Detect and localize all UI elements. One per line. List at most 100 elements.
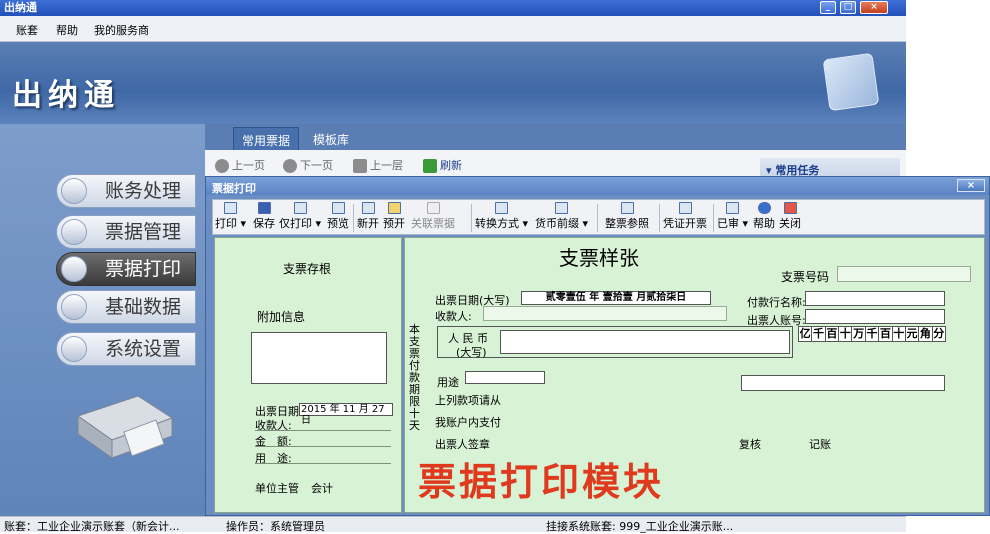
- brand-title: 出纳通: [12, 78, 120, 113]
- sidebar: 账务处理 票据管理 票据打印 基础数据 系统设置: [0, 124, 205, 516]
- magnifier-icon: [331, 202, 345, 214]
- help-button[interactable]: 帮助: [753, 202, 775, 231]
- digit-100k: 十: [839, 327, 853, 341]
- sidebar-item-accounting[interactable]: 账务处理: [56, 174, 196, 208]
- refresh-icon: [423, 159, 437, 173]
- tab-strip: 常用票据 模板库: [205, 124, 906, 150]
- refresh-label: 刷新: [440, 159, 462, 172]
- print-button[interactable]: 打印 ▾: [215, 202, 246, 231]
- digit-1k: 千: [866, 327, 880, 341]
- status-bar: 账套：工业企业演示账套（新会计... 操作员：系统管理员 挂接系统账套: 999…: [0, 516, 906, 533]
- voucher-issue-label: 凭证开票: [663, 217, 707, 230]
- issue-date-value[interactable]: 贰零壹伍 年 壹拾壹 月贰拾柒日: [521, 291, 711, 305]
- cheque-number-input[interactable]: [837, 266, 971, 282]
- convert-icon: [495, 202, 509, 214]
- voucher-issue-button[interactable]: 凭证开票: [663, 202, 707, 231]
- close-button[interactable]: ×: [860, 1, 888, 14]
- knob-icon: [61, 219, 87, 245]
- new-button[interactable]: 新开: [357, 202, 379, 231]
- save-button[interactable]: 保存: [253, 202, 275, 231]
- menu-provider[interactable]: 我的服务商: [94, 22, 149, 38]
- dialog-toolbar: 打印 ▾ 保存 仅打印 ▾ 预览 新开 预开 关联票据 转换方式 ▾ 货币前缀 …: [212, 199, 985, 235]
- floppy-icon: [257, 202, 271, 214]
- toolbar-separator: [471, 204, 472, 232]
- menu-account[interactable]: 账套: [16, 22, 38, 38]
- signature-input[interactable]: [741, 375, 945, 391]
- up-button[interactable]: 上一层: [353, 157, 403, 173]
- stub-manager-label: 单位主管: [255, 482, 299, 495]
- up-folder-icon: [353, 159, 367, 173]
- payee-input[interactable]: [483, 306, 727, 321]
- link-bill-label: 关联票据: [411, 217, 455, 230]
- exit-icon: [783, 202, 797, 214]
- sidebar-item-label: 票据管理: [105, 221, 182, 243]
- convert-mode-button[interactable]: 转换方式 ▾: [475, 202, 528, 231]
- forward-arrow-icon: [283, 159, 297, 173]
- reviewed-button[interactable]: 已审 ▾: [717, 202, 748, 231]
- print-only-button[interactable]: 仅打印 ▾: [279, 202, 321, 231]
- currency-icon: [555, 202, 569, 214]
- stub-purpose-line: [255, 463, 391, 464]
- sidebar-item-label: 基础数据: [105, 296, 182, 318]
- tab-template-library[interactable]: 模板库: [305, 127, 357, 150]
- pre-issue-button[interactable]: 预开: [383, 202, 405, 231]
- knob-icon: [61, 178, 87, 204]
- digit-yuan: 元: [906, 327, 920, 341]
- sidebar-item-label: 票据打印: [105, 258, 182, 280]
- rmb-amount-group: 人 民 币 (大写): [437, 326, 793, 359]
- drawer-account-input[interactable]: [805, 309, 945, 324]
- preview-button[interactable]: 预览: [327, 202, 349, 231]
- bill-reference-button[interactable]: 整票参照: [605, 202, 649, 231]
- link-bill-button[interactable]: 关联票据: [411, 202, 455, 231]
- forward-button[interactable]: 下一页: [283, 157, 333, 173]
- dialog-title: 票据打印: [212, 182, 256, 195]
- rmb-amount-input[interactable]: [500, 330, 790, 354]
- rmb-uppercase-label: (大写): [456, 346, 487, 359]
- bill-print-dialog: 票据打印 × 打印 ▾ 保存 仅打印 ▾ 预览 新开 预开 关联票据 转换方式 …: [205, 176, 990, 516]
- preview-label: 预览: [327, 217, 349, 230]
- printer-icon: [293, 202, 307, 214]
- new-document-icon: [361, 202, 375, 214]
- maximize-button[interactable]: □: [840, 1, 856, 14]
- knob-icon: [61, 256, 87, 282]
- help-icon: [757, 202, 771, 214]
- sidebar-item-label: 系统设置: [105, 338, 182, 360]
- reference-icon: [620, 202, 634, 214]
- sidebar-item-bills[interactable]: 票据管理: [56, 215, 196, 249]
- note-line-1: 上列款项请从: [435, 394, 501, 407]
- menu-bar: 账套 帮助 我的服务商: [0, 16, 906, 42]
- purpose-input[interactable]: [465, 371, 545, 384]
- sidebar-item-basedata[interactable]: 基础数据: [56, 290, 196, 324]
- bank-name-input[interactable]: [805, 291, 945, 306]
- save-label: 保存: [253, 217, 275, 230]
- pencil-icon: [387, 202, 401, 214]
- stub-payee-line: [255, 430, 391, 431]
- review-label: 复核: [739, 438, 761, 451]
- print-only-label: 仅打印: [279, 217, 312, 230]
- refresh-button[interactable]: 刷新: [423, 157, 462, 173]
- menu-help[interactable]: 帮助: [56, 22, 78, 38]
- stub-date-value[interactable]: 2015 年 11 月 27 日: [299, 403, 393, 426]
- currency-prefix-button[interactable]: 货币前缀 ▾: [535, 202, 588, 231]
- back-button[interactable]: 上一页: [215, 157, 265, 173]
- purpose-label: 用途: [437, 376, 459, 389]
- tab-common-bills[interactable]: 常用票据: [233, 127, 300, 150]
- sidebar-item-printing[interactable]: 票据打印: [56, 252, 196, 286]
- close-label: 关闭: [779, 217, 801, 230]
- digit-10: 十: [893, 327, 906, 341]
- digit-100: 百: [879, 327, 893, 341]
- digit-10k: 万: [853, 327, 866, 341]
- sidebar-item-settings[interactable]: 系统设置: [56, 332, 196, 366]
- minimize-button[interactable]: _: [820, 1, 836, 14]
- dialog-close-button[interactable]: ×: [957, 179, 985, 192]
- title-bar: 出纳通 _ □ ×: [0, 0, 906, 16]
- stub-title: 支票存根: [283, 262, 332, 276]
- extra-info-textarea[interactable]: [251, 332, 387, 384]
- close-dialog-button[interactable]: 关闭: [779, 202, 801, 231]
- help-label: 帮助: [753, 217, 775, 230]
- reviewed-label: 已审: [717, 217, 739, 230]
- digit-1m: 百: [826, 327, 840, 341]
- forward-label: 下一页: [300, 159, 333, 172]
- new-label: 新开: [357, 217, 379, 230]
- dialog-title-bar: 票据打印 ×: [206, 177, 989, 195]
